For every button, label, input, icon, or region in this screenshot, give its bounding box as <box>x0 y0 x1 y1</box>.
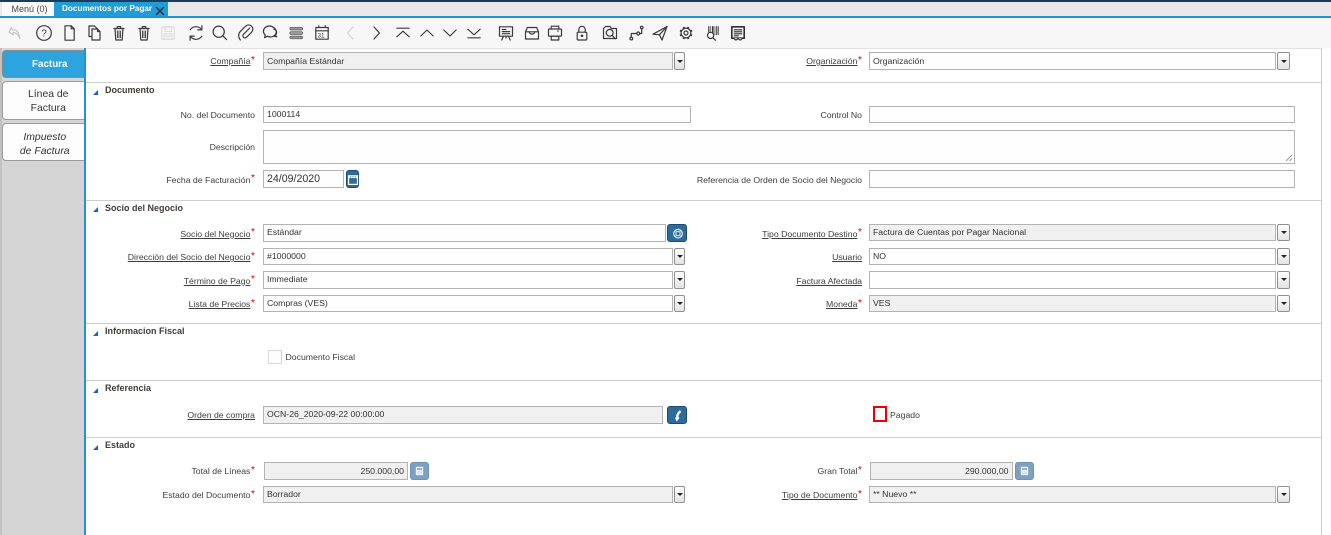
svg-text:31: 31 <box>317 33 325 40</box>
svg-text:?: ? <box>41 28 47 39</box>
